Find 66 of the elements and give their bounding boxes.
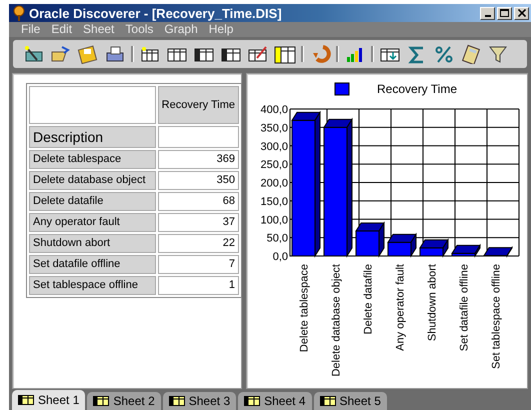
axis-tick-label: 250,0 — [260, 158, 288, 171]
category-label: Any operator fault — [394, 264, 406, 350]
table-cell: 369 — [158, 150, 239, 169]
sheet-tab[interactable]: Sheet 4 — [238, 392, 312, 410]
sheet-tab[interactable]: Sheet 1 — [12, 390, 86, 410]
legend-swatch — [334, 82, 350, 96]
axis-tick-label: 200,0 — [260, 177, 288, 190]
table-pencil-icon[interactable] — [247, 44, 269, 64]
row-label: Delete tablespace — [29, 150, 156, 169]
category-label: Delete datafile — [362, 264, 374, 334]
axis-tick-label: 150,0 — [260, 196, 288, 208]
legend-label: Recovery Time — [377, 82, 458, 96]
table-icon[interactable] — [274, 44, 296, 64]
column-header: Recovery Time — [158, 86, 239, 124]
row-label: Set datafile offline — [29, 254, 156, 274]
table-cell: 37 — [158, 212, 239, 232]
menu-item[interactable]: Graph — [160, 22, 205, 38]
window-title: Oracle Discoverer - [Recovery_Time.DIS] — [29, 6, 283, 21]
minimize-button[interactable] — [480, 6, 495, 20]
sheet-tab[interactable]: Sheet 5 — [314, 392, 387, 410]
row-label: Shutdown abort — [29, 234, 156, 253]
folder-icon[interactable] — [50, 44, 72, 64]
axis-tick-label: 100,0 — [260, 214, 288, 226]
table-icon[interactable] — [139, 44, 161, 64]
sheet-tab[interactable]: Sheet 3 — [162, 392, 236, 410]
close-icon — [518, 9, 526, 18]
axis-tick-label: 400,0 — [260, 104, 288, 116]
category-label: Delete database object — [330, 264, 342, 376]
wand-icon[interactable] — [23, 44, 45, 64]
table-cell: 1 — [158, 276, 239, 295]
row-label: Delete datafile — [29, 192, 156, 211]
table-cell: 350 — [158, 170, 239, 190]
axis-tick-label: 300,0 — [260, 140, 288, 152]
table-cell: 68 — [158, 192, 239, 211]
table-icon — [93, 396, 110, 406]
axis-tick-label: 0,0 — [272, 250, 288, 263]
table-cell: 7 — [158, 254, 239, 274]
printer-icon[interactable] — [104, 44, 126, 64]
maximize-button[interactable] — [497, 6, 512, 20]
maximize-icon — [500, 9, 509, 18]
table-icon — [18, 395, 34, 405]
table-icon — [244, 396, 260, 406]
menu-item[interactable]: Sheet — [79, 22, 122, 38]
table-cell: 22 — [158, 234, 239, 253]
row-header: Description — [29, 126, 156, 148]
funnel-icon[interactable] — [487, 44, 509, 64]
row-label: Any operator fault — [29, 212, 156, 232]
magnifier-icon — [12, 5, 26, 22]
menu-item[interactable]: Help — [204, 22, 240, 38]
table-icon — [320, 396, 336, 406]
menu-item[interactable]: Edit — [47, 22, 80, 38]
category-label: Shutdown abort — [426, 264, 438, 341]
menu-item[interactable]: File — [17, 22, 48, 38]
category-label: Set datafile offline — [458, 264, 470, 351]
menu-item[interactable]: Tools — [121, 22, 160, 38]
row-label: Delete database object — [29, 170, 156, 190]
table-icon — [168, 396, 185, 406]
percent-icon[interactable] — [433, 44, 455, 64]
axis-tick-label: 350,0 — [260, 122, 288, 134]
close-button[interactable] — [514, 6, 529, 20]
category-label: Delete tablespace — [298, 264, 310, 352]
sheet-tab[interactable]: Sheet 2 — [87, 392, 161, 410]
minimize-icon — [484, 15, 490, 18]
axis-tick-label: 50,0 — [266, 232, 288, 244]
row-label: Set tablespace offline — [29, 276, 156, 295]
category-label: Set tablespace offline — [490, 264, 502, 369]
